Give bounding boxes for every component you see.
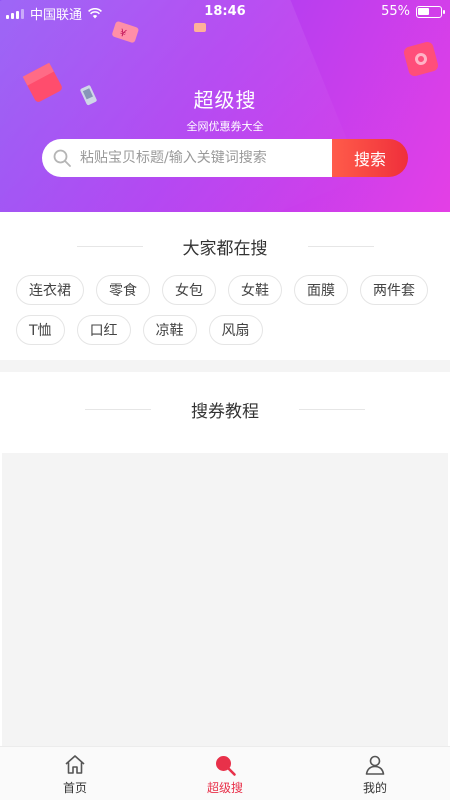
hot-search-tag[interactable]: T恤 <box>16 315 65 345</box>
hot-search-tag[interactable]: 凉鞋 <box>142 315 197 345</box>
tab-label: 超级搜 <box>206 781 243 795</box>
home-icon <box>65 755 85 774</box>
tutorial-header: 搜券教程 <box>0 397 450 422</box>
search-icon <box>53 149 71 167</box>
hot-search-tag[interactable]: 风扇 <box>208 315 263 345</box>
search-input[interactable] <box>80 150 330 166</box>
battery-icon <box>416 5 445 18</box>
status-bar: 中国联通 18:46 55% <box>0 0 450 24</box>
tab-label: 我的 <box>362 781 387 795</box>
wallet-decoration-icon <box>403 41 439 77</box>
header-banner: ¥ 中国联通 18:46 55% 超级搜 全网优惠券大全 粘贴宝贝标题/输入关键… <box>0 0 450 212</box>
tab-mine[interactable]: 我的 <box>330 753 420 796</box>
hot-search-tag[interactable]: 女鞋 <box>228 275 282 305</box>
tab-label: 首页 <box>62 781 87 795</box>
page-title: 超级搜 <box>193 88 257 112</box>
hot-search-tag[interactable]: 零食 <box>96 275 150 305</box>
hot-search-tag[interactable]: 连衣裙 <box>16 275 84 305</box>
hot-search-header: 大家都在搜 <box>0 234 450 259</box>
user-icon <box>365 755 385 775</box>
hot-search-tags: 连衣裙 零食 女包 女鞋 面膜 两件套 T恤 口红 凉鞋 风扇 <box>16 275 436 355</box>
divider-line <box>307 246 374 247</box>
tag-row: 连衣裙 零食 女包 女鞋 面膜 两件套 <box>16 275 436 305</box>
search-bar: 搜索 <box>42 139 408 177</box>
divider-line <box>85 409 151 410</box>
bottom-tab-bar: 首页 超级搜 我的 <box>0 746 450 800</box>
search-magnifier-icon <box>216 756 236 776</box>
battery-percent: 55% <box>381 4 410 19</box>
hot-search-tag[interactable]: 口红 <box>76 315 131 345</box>
divider-line <box>299 409 365 410</box>
divider-line <box>76 246 143 247</box>
hot-search-tag[interactable]: 两件套 <box>360 275 428 305</box>
hot-search-tag[interactable]: 女包 <box>162 275 216 305</box>
section-divider <box>0 360 450 372</box>
hot-search-tag[interactable]: 面膜 <box>294 275 348 305</box>
page-subtitle: 全网优惠券大全 <box>186 120 264 133</box>
hot-search-heading: 大家都在搜 <box>182 239 268 259</box>
tutorial-heading: 搜券教程 <box>191 402 259 422</box>
search-box <box>42 139 342 177</box>
tag-row: T恤 口红 凉鞋 风扇 <box>16 315 436 345</box>
tab-super-search[interactable]: 超级搜 <box>180 753 270 796</box>
tab-home[interactable]: 首页 <box>30 753 120 796</box>
tutorial-content-area <box>2 453 448 746</box>
search-button[interactable]: 搜索 <box>332 139 408 177</box>
